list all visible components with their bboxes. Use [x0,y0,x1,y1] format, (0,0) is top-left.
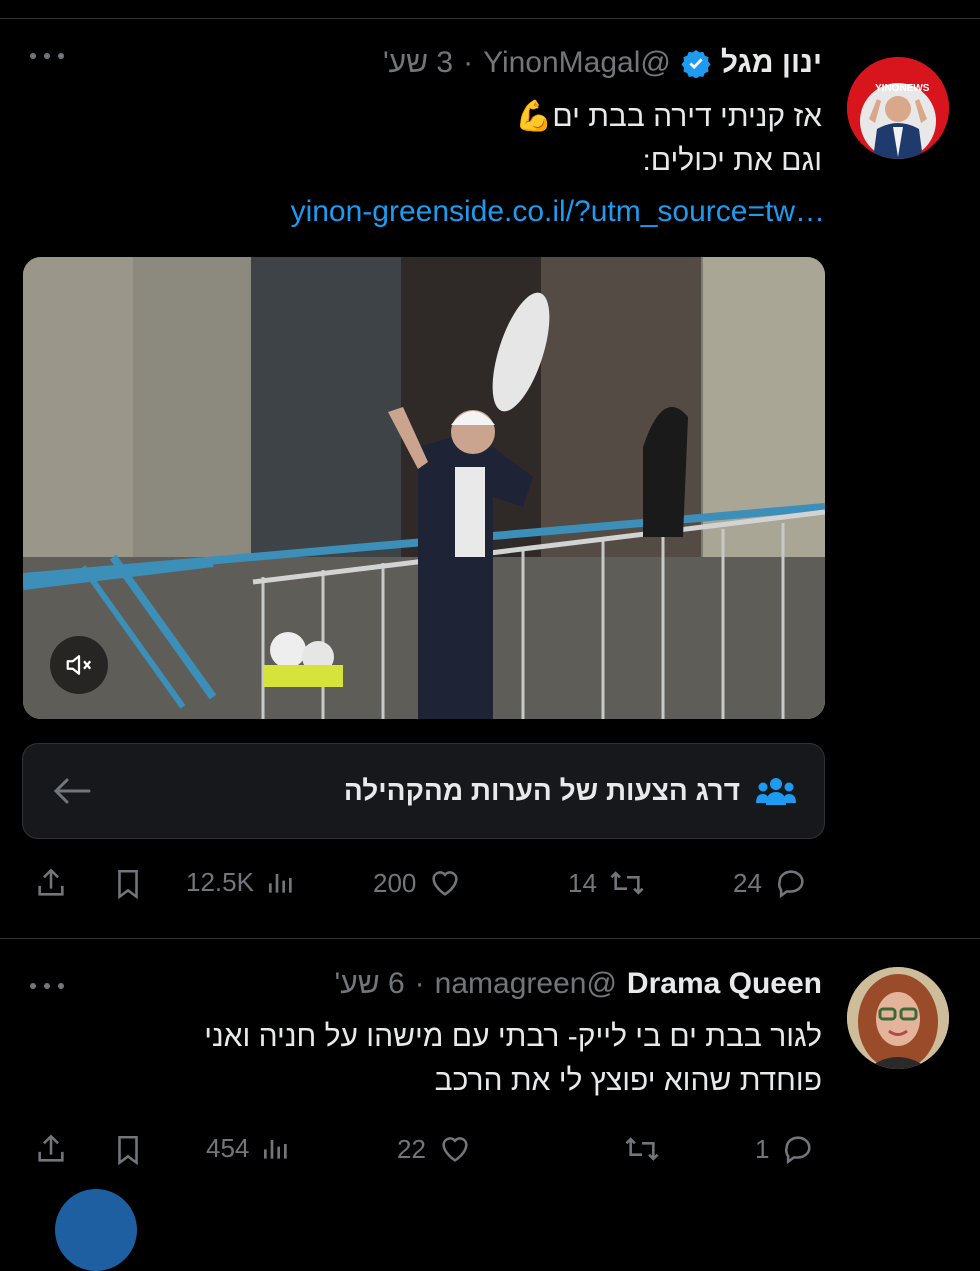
like-icon [436,1132,474,1166]
reply-icon [779,1132,817,1166]
bookmark-icon [111,866,145,902]
timestamp[interactable]: 6 שע' [335,967,405,1001]
tweet-text-line: אז קניתי דירה בבת ים💪 [514,100,822,133]
reply-icon [772,866,810,900]
tweet-text-line: פוחדת שהוא יפוצץ לי את הרכב [434,1064,822,1097]
mute-icon [64,650,94,680]
views-button[interactable]: 12.5K [186,866,298,898]
reply-count: 1 [755,1133,770,1164]
avatar-badge: YINONEWS [875,83,930,94]
tweet-header: Drama Queen @namagreen · 6 שע' [335,967,822,1001]
retweet-icon [622,1132,662,1166]
more-icon[interactable] [27,49,67,63]
retweet-button[interactable]: 14 [568,866,647,900]
views-icon [259,1132,293,1164]
like-button[interactable]: 200 [373,866,464,900]
share-icon [34,1132,68,1166]
bookmark-button[interactable] [111,866,145,902]
like-button[interactable]: 22 [397,1132,474,1166]
tweet-text-line: לגור בבת ים בי לייק- רבתי עם מישהו על חנ… [204,1020,822,1053]
retweet-button[interactable] [612,1132,662,1166]
like-count: 200 [373,867,417,898]
share-button[interactable] [34,866,68,900]
views-icon [264,866,298,898]
avatar[interactable] [847,967,949,1069]
tweet-header: ינון מגל @YinonMagal · 3 שע' [383,46,822,80]
tweet-link[interactable]: yinon-greenside.co.il/?utm_source=tw… [291,195,825,229]
reply-button[interactable]: 1 [755,1132,817,1166]
community-notes-prompt[interactable]: דרג הצעות של הערות מהקהילה [22,743,825,839]
reply-button[interactable]: 24 [733,866,810,900]
tweet-text: לגור בבת ים בי לייק- רבתי עם מישהו על חנ… [102,1015,822,1103]
community-notes-label: דרג הצעות של הערות מהקהילה [343,775,740,806]
more-icon[interactable] [27,979,67,993]
retweet-icon [607,866,647,900]
like-count: 22 [397,1133,426,1164]
next-avatar-peek [55,1189,137,1271]
verified-badge-icon [681,48,711,78]
tweet-text-line: וגם את יכולים: [642,144,822,177]
arrow-left-icon [53,776,91,806]
views-count: 12.5K [186,866,254,897]
avatar[interactable]: YINONEWS [847,57,949,159]
views-button[interactable]: 454 [206,1132,293,1164]
handle[interactable]: @YinonMagal [483,46,671,80]
display-name[interactable]: ינון מגל [721,46,822,80]
views-count: 454 [206,1132,250,1163]
handle[interactable]: @namagreen [435,967,617,1001]
community-icon [756,775,796,807]
share-button[interactable] [34,1132,68,1166]
tweet[interactable]: Drama Queen @namagreen · 6 שע' לגור בבת … [0,939,980,1271]
reply-count: 24 [733,867,762,898]
dot-separator: · [414,967,425,1000]
dot-separator: · [463,46,474,79]
video-player[interactable] [23,257,825,719]
like-icon [426,866,464,900]
bookmark-icon [111,1132,145,1168]
retweet-count: 14 [568,867,597,898]
mute-button[interactable] [50,636,108,694]
tweet-text: אז קניתי דירה בבת ים💪 וגם את יכולים: [122,95,822,183]
share-icon [34,866,68,900]
tweet[interactable]: YINONEWS ינון מגל @YinonMagal · 3 שע' אז… [0,19,980,938]
display-name[interactable]: Drama Queen [627,967,822,1001]
bookmark-button[interactable] [111,1132,145,1168]
timestamp[interactable]: 3 שע' [383,46,453,80]
